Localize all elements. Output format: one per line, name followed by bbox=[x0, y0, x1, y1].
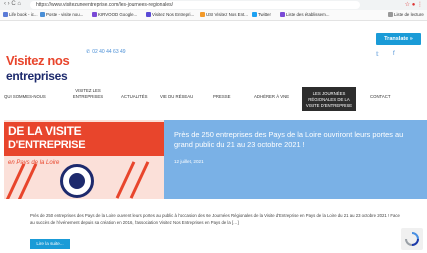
eye-pupil bbox=[69, 173, 85, 189]
browser-toolbar: ‹ › C ⌂ https://www.visitezuneentreprise… bbox=[0, 0, 427, 10]
bookmarks-bar: Life book - ic... Poste - visite nou... … bbox=[0, 10, 427, 21]
bookmark[interactable]: Twitter bbox=[252, 12, 271, 17]
browser-extension-icons[interactable]: ☆ ● ⋮ bbox=[405, 1, 423, 8]
main-navigation: QUI SOMMES-NOUS VISITEZ LES ENTREPRISES … bbox=[0, 85, 427, 113]
nav-item-vie-du-reseau[interactable]: VIE DU RÉSEAU bbox=[160, 94, 193, 100]
article-excerpt: Près de 250 entreprises des Pays de la L… bbox=[30, 213, 400, 225]
bookmark[interactable]: USI Visitez Nos Ent... bbox=[200, 12, 248, 17]
translate-button[interactable]: Translate » bbox=[376, 33, 421, 45]
read-more-button[interactable]: Lire la suite... bbox=[30, 239, 70, 249]
bookmark[interactable]: KIRVOOD Google... bbox=[92, 12, 137, 17]
bookmark[interactable]: Visitez Nos Entrepri... bbox=[146, 12, 194, 17]
thumbnail-line-1: DE LA VISITE bbox=[8, 124, 82, 138]
nav-item-journees-regionales[interactable]: LES JOURNÉES RÉGIONALES DE LA VISITE D'E… bbox=[302, 87, 356, 111]
bookmark-icon bbox=[146, 12, 151, 17]
bookmark-icon bbox=[200, 12, 205, 17]
facebook-icon[interactable]: f bbox=[393, 51, 395, 57]
reading-list-icon bbox=[388, 12, 393, 17]
bookmark[interactable]: Poste - visite nou... bbox=[40, 12, 83, 17]
twitter-icon[interactable]: 𝕥 bbox=[376, 51, 379, 58]
nav-item-adherer[interactable]: ADHÉRER À VNE bbox=[254, 94, 289, 100]
article-thumbnail[interactable]: DE LA VISITE D'ENTREPRISE en Pays de la … bbox=[4, 120, 164, 199]
featured-article-title[interactable]: Près de 250 entreprises des Pays de la L… bbox=[174, 130, 422, 150]
phone-icon: ✆ bbox=[86, 49, 91, 55]
featured-article-date: 12 juillet, 2021 bbox=[174, 159, 204, 164]
bookmark-icon bbox=[40, 12, 45, 17]
thumbnail-line-2: D'ENTREPRISE bbox=[8, 139, 86, 151]
nav-item-visitez-les-entreprises[interactable]: VISITEZ LES ENTREPRISES bbox=[68, 88, 108, 100]
logo-line-2: entreprises bbox=[6, 69, 68, 83]
bookmark-icon bbox=[252, 12, 257, 17]
site-logo[interactable]: Visitez nos entreprises bbox=[6, 47, 86, 87]
reading-list[interactable]: Liste de lecture bbox=[388, 12, 424, 17]
nav-item-actualites[interactable]: ACTUALITÉS bbox=[121, 94, 148, 100]
phone-number[interactable]: ✆ 02 40 44 63 49 bbox=[86, 49, 126, 55]
address-bar[interactable]: https://www.visitezuneentreprise.com/les… bbox=[30, 1, 360, 9]
bookmark-icon bbox=[92, 12, 97, 17]
nav-item-presse[interactable]: PRESSE bbox=[213, 94, 230, 100]
recaptcha-icon bbox=[405, 232, 419, 246]
bookmark[interactable]: Life book - ic... bbox=[3, 12, 38, 17]
bookmark[interactable]: Liste des établissem... bbox=[280, 12, 329, 17]
bookmark-icon bbox=[3, 12, 8, 17]
nav-item-qui-sommes-nous[interactable]: QUI SOMMES-NOUS bbox=[4, 94, 46, 100]
recaptcha-badge[interactable] bbox=[401, 228, 423, 250]
bookmark-icon bbox=[280, 12, 285, 17]
browser-nav-buttons[interactable]: ‹ › C ⌂ bbox=[4, 1, 21, 7]
featured-article-panel[interactable]: Près de 250 entreprises des Pays de la L… bbox=[164, 120, 427, 199]
logo-line-1: Visitez nos bbox=[6, 53, 70, 68]
nav-item-contact[interactable]: CONTACT bbox=[370, 94, 390, 100]
